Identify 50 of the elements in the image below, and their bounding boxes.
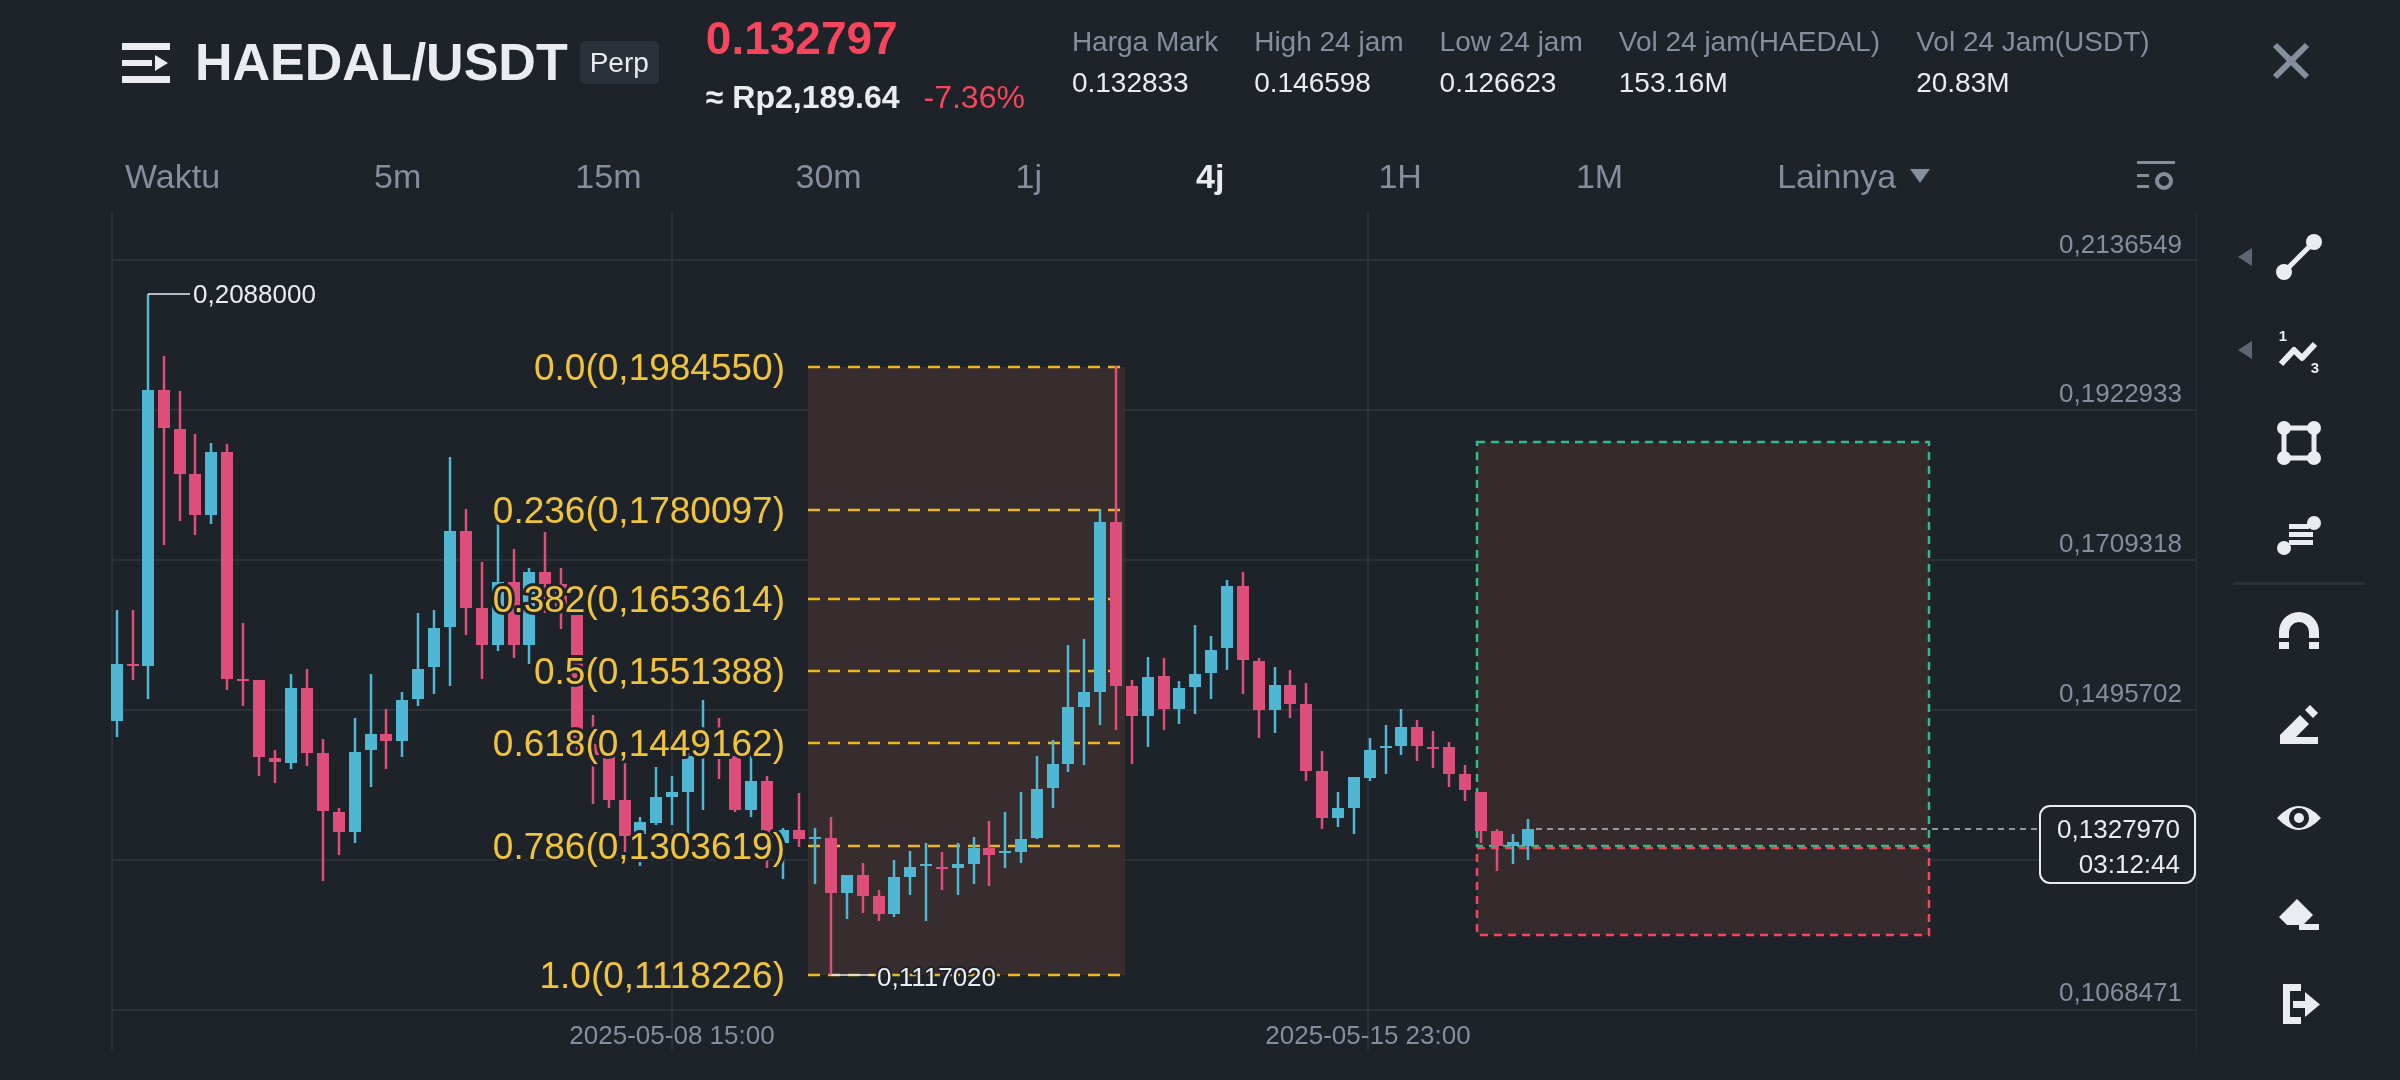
interval-tab[interactable]: 5m bbox=[374, 155, 422, 197]
interval-tab[interactable]: 30m bbox=[795, 155, 862, 197]
square-nodes-icon bbox=[2275, 419, 2323, 467]
menu-icon[interactable] bbox=[122, 43, 170, 83]
stat-value: 153.16M bbox=[1618, 66, 1729, 100]
high-price-label: 0,2088000 bbox=[193, 279, 316, 309]
interval-tab[interactable]: 1H bbox=[1378, 155, 1422, 197]
pattern-tool[interactable]: 1 3 bbox=[2269, 326, 2329, 374]
stat-value: 20.83M bbox=[1916, 66, 2011, 100]
price-axis-label: 0,1922933 bbox=[2059, 378, 2182, 408]
close-button[interactable] bbox=[2271, 41, 2311, 81]
stat-value: 0.146598 bbox=[1254, 66, 1372, 100]
stat-value: 0.132833 bbox=[1071, 66, 1190, 100]
low-price-leader bbox=[830, 974, 875, 976]
price-axis-label: 0,1068471 bbox=[2059, 977, 2182, 1007]
expand-caret-icon[interactable] bbox=[2238, 341, 2252, 359]
expand-caret-icon[interactable] bbox=[2238, 248, 2252, 266]
high-price-leader bbox=[147, 293, 191, 295]
settings-icon bbox=[2137, 161, 2175, 191]
interval-tab[interactable]: Waktu bbox=[125, 155, 221, 197]
countdown-text: 03:12:44 bbox=[2078, 849, 2180, 879]
chart-settings-button[interactable] bbox=[2137, 161, 2175, 191]
time-axis-label: 2025-05-08 15:00 bbox=[569, 1020, 775, 1050]
price-axis-label: 0,1709318 bbox=[2059, 528, 2182, 558]
interval-tab[interactable]: 4j bbox=[1196, 155, 1225, 197]
caret-icon bbox=[1910, 169, 1931, 183]
stat-label: Vol 24 jam(HAEDAL) bbox=[1618, 25, 1881, 59]
interval-tab[interactable]: 1j bbox=[1015, 155, 1043, 197]
contract-type-tag: Perp bbox=[579, 41, 659, 84]
interval-tab[interactable]: 15m bbox=[575, 155, 642, 197]
stat-label: Vol 24 Jam(USDT) bbox=[1916, 25, 2150, 59]
line-segment-icon bbox=[2275, 233, 2323, 281]
stat-value: 0.126623 bbox=[1439, 66, 1558, 100]
interval-tab[interactable]: 1M bbox=[1575, 155, 1624, 197]
price-axis-label: 0,2136549 bbox=[2059, 229, 2182, 259]
more-intervals-dropdown[interactable]: Lainnya bbox=[1777, 155, 1931, 197]
converted-price: ≈ Rp2,189.64 bbox=[705, 78, 900, 117]
price-axis-label: 0,1495702 bbox=[2059, 678, 2182, 708]
fib-level-label: 0.0(0,1984550) bbox=[534, 346, 785, 388]
pair-symbol: HAEDAL/USDT bbox=[195, 32, 568, 92]
stat-label: Low 24 jam bbox=[1439, 25, 1583, 59]
last-price: 0.132797 bbox=[705, 13, 899, 63]
fib-level-label: 1.0(0,1118226) bbox=[539, 954, 785, 996]
stat-label: High 24 jam bbox=[1254, 25, 1404, 59]
low-price-label: 0,1117020 bbox=[877, 962, 997, 992]
close-icon bbox=[2271, 41, 2311, 81]
stat-label: Harga Mark bbox=[1071, 25, 1219, 59]
time-axis-label: 2025-05-15 23:00 bbox=[1265, 1020, 1471, 1050]
price-change-percent: -7.36% bbox=[923, 78, 1025, 117]
last-price-text: 0,1327970 bbox=[2057, 814, 2180, 844]
